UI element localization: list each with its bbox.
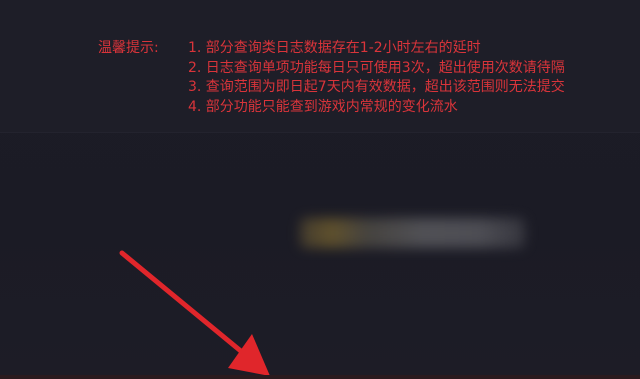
arrow-head [228,334,270,376]
arrow-pointer-icon [119,250,270,376]
bottom-edge [0,375,640,379]
log-query-screen: 温馨提示: 1. 部分查询类日志数据存在1-2小时左右的延时 2. 日志查询单项… [0,0,640,379]
arrow-shaft [119,250,245,355]
